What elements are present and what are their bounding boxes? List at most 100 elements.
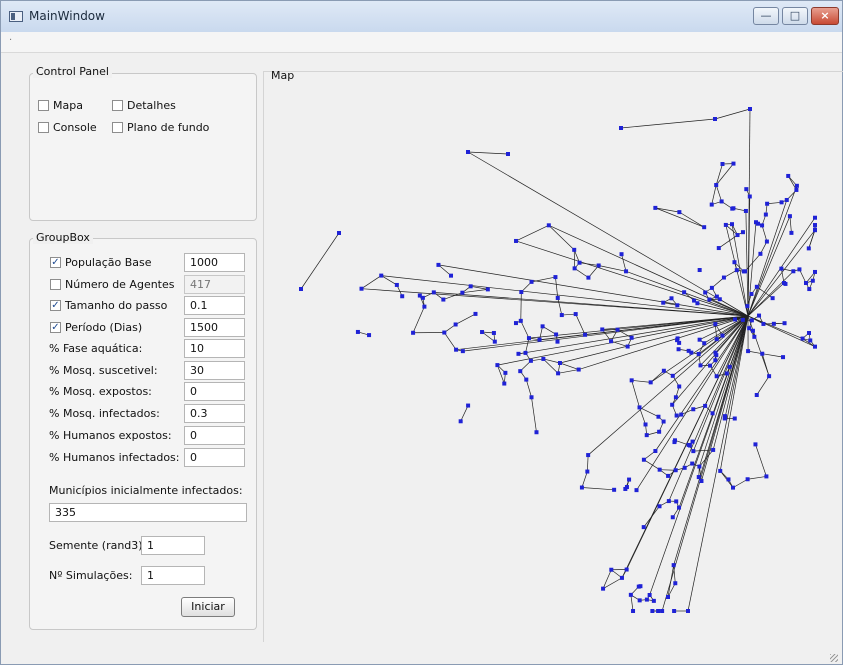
map-node[interactable] xyxy=(726,477,731,482)
map-node[interactable] xyxy=(600,327,605,332)
map-node[interactable] xyxy=(813,215,817,220)
map-node[interactable] xyxy=(779,266,784,271)
map-node[interactable] xyxy=(453,322,458,327)
map-node[interactable] xyxy=(744,187,749,192)
map-node[interactable] xyxy=(514,238,519,243)
map-node[interactable] xyxy=(740,317,745,322)
map-node[interactable] xyxy=(716,246,721,251)
checkbox-box[interactable] xyxy=(50,279,61,290)
map-node[interactable] xyxy=(746,349,751,354)
map-node[interactable] xyxy=(657,504,662,509)
map-node[interactable] xyxy=(699,479,704,484)
map-node[interactable] xyxy=(671,563,676,568)
map-node[interactable] xyxy=(656,414,661,419)
map-node[interactable] xyxy=(641,457,646,462)
map-node[interactable] xyxy=(480,330,485,335)
map-node[interactable] xyxy=(713,358,718,363)
map-node[interactable] xyxy=(767,374,772,379)
map-node[interactable] xyxy=(579,485,584,490)
map-node[interactable] xyxy=(524,377,529,382)
map-node[interactable] xyxy=(648,380,653,385)
map-node[interactable] xyxy=(553,275,558,280)
map-node[interactable] xyxy=(529,395,534,400)
map-node[interactable] xyxy=(609,567,614,572)
map-node[interactable] xyxy=(747,194,752,199)
map-node[interactable] xyxy=(672,440,677,445)
map-node[interactable] xyxy=(794,187,799,192)
map-node[interactable] xyxy=(747,326,752,331)
map-node[interactable] xyxy=(781,355,786,360)
map-node[interactable] xyxy=(713,350,718,355)
map-node[interactable] xyxy=(400,294,405,299)
map-node[interactable] xyxy=(763,212,768,217)
map-node[interactable] xyxy=(791,269,796,274)
map-node[interactable] xyxy=(709,285,714,290)
map-node[interactable] xyxy=(714,337,719,342)
simulacoes-input[interactable]: 1 xyxy=(141,566,205,585)
map-node[interactable] xyxy=(359,286,364,291)
row-tamanho-do-passo[interactable]: ✓ Tamanho do passo xyxy=(50,299,167,312)
municipios-infectados-input[interactable]: 335 xyxy=(49,503,247,522)
map-node[interactable] xyxy=(709,202,714,207)
map-node[interactable] xyxy=(666,473,671,478)
checkbox-box[interactable]: ✓ xyxy=(50,300,61,311)
tamanho-do-passo-input[interactable]: 0.1 xyxy=(184,296,245,315)
map-node[interactable] xyxy=(731,206,736,211)
map-node[interactable] xyxy=(466,403,471,408)
map-node[interactable] xyxy=(702,225,707,230)
map-node[interactable] xyxy=(619,252,624,257)
map-node[interactable] xyxy=(724,371,729,376)
map-node[interactable] xyxy=(720,333,725,338)
map-node[interactable] xyxy=(771,321,776,326)
map-node[interactable] xyxy=(754,284,759,289)
map-node[interactable] xyxy=(764,239,769,244)
map-node[interactable] xyxy=(748,107,752,111)
map-node[interactable] xyxy=(502,381,507,386)
map-node[interactable] xyxy=(735,233,740,238)
map-node[interactable] xyxy=(789,230,794,235)
map-node[interactable] xyxy=(813,228,817,233)
map-node[interactable] xyxy=(690,461,695,466)
map-node[interactable] xyxy=(718,468,723,473)
map-node[interactable] xyxy=(442,330,447,335)
map-node[interactable] xyxy=(485,287,490,292)
map-node[interactable] xyxy=(760,223,765,228)
map-node[interactable] xyxy=(540,324,545,329)
maximize-button[interactable]: □ xyxy=(782,7,808,25)
map-node[interactable] xyxy=(651,598,656,603)
map-node[interactable] xyxy=(625,344,630,349)
map-node[interactable] xyxy=(644,433,649,438)
map-node[interactable] xyxy=(692,298,697,303)
map-node[interactable] xyxy=(572,247,577,252)
map-node[interactable] xyxy=(757,313,762,318)
map-node[interactable] xyxy=(577,260,582,265)
map-node[interactable] xyxy=(682,290,687,295)
network-map[interactable] xyxy=(263,71,843,641)
map-node[interactable] xyxy=(337,231,341,235)
map-node[interactable] xyxy=(707,297,712,302)
map-node[interactable] xyxy=(612,487,617,492)
map-node[interactable] xyxy=(727,364,732,369)
map-node[interactable] xyxy=(761,321,766,326)
map-node[interactable] xyxy=(714,374,719,379)
map-node[interactable] xyxy=(714,183,719,188)
map-node[interactable] xyxy=(546,223,551,228)
map-node[interactable] xyxy=(503,370,508,375)
map-node[interactable] xyxy=(431,290,436,295)
map-node[interactable] xyxy=(556,371,561,376)
map-node[interactable] xyxy=(670,402,675,407)
map-node[interactable] xyxy=(779,200,784,205)
map-node[interactable] xyxy=(653,205,658,210)
map-node[interactable] xyxy=(460,349,465,354)
map-node[interactable] xyxy=(703,403,708,408)
map-node[interactable] xyxy=(807,287,812,292)
map-node[interactable] xyxy=(586,453,591,458)
map-node[interactable] xyxy=(656,609,661,613)
map-node[interactable] xyxy=(673,468,678,473)
map-node[interactable] xyxy=(732,260,737,265)
checkbox-box[interactable] xyxy=(112,122,123,133)
map-node[interactable] xyxy=(697,464,702,469)
map-node[interactable] xyxy=(657,429,662,434)
map-node[interactable] xyxy=(676,347,681,352)
map-node[interactable] xyxy=(782,321,787,326)
